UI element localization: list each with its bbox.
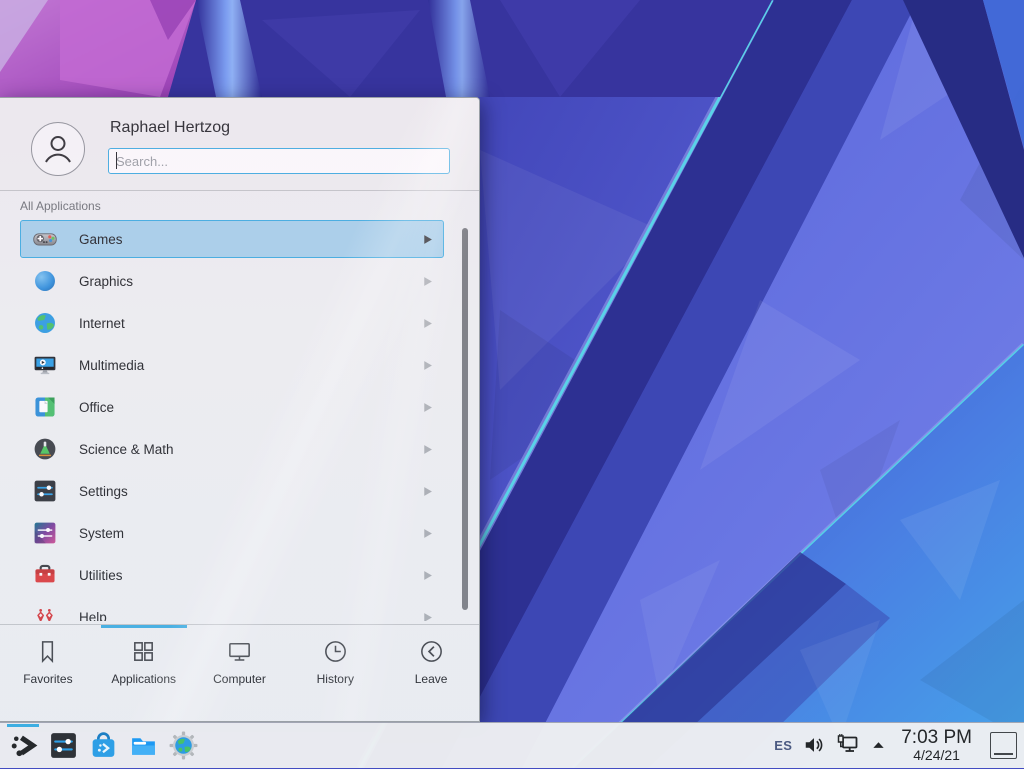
scrollbar-thumb[interactable]: [462, 228, 468, 610]
app-category-utilities[interactable]: Utilities▶: [20, 556, 444, 594]
tab-leave[interactable]: Leave: [383, 625, 479, 721]
app-category-science-math[interactable]: Science & Math▶: [20, 430, 444, 468]
settings-icon: [32, 478, 58, 504]
games-icon: [32, 226, 58, 252]
taskbar-app-system-settings[interactable]: [43, 723, 83, 769]
app-category-label: Graphics: [79, 274, 424, 289]
app-category-label: Science & Math: [79, 442, 424, 457]
app-category-internet[interactable]: Internet▶: [20, 304, 444, 342]
system-icon: [32, 520, 58, 546]
submenu-arrow-icon: ▶: [424, 317, 432, 330]
internet-icon: [32, 310, 58, 336]
tab-label: Favorites: [23, 672, 72, 686]
submenu-arrow-icon: ▶: [424, 275, 432, 288]
tab-history[interactable]: History: [287, 625, 383, 721]
application-launcher-menu: Raphael Hertzog All Applications Games▶G…: [0, 97, 480, 722]
taskbar-pinned-apps: [0, 723, 203, 768]
taskbar-app-application-launcher[interactable]: [3, 723, 43, 769]
app-category-settings[interactable]: Settings▶: [20, 472, 444, 510]
app-category-games[interactable]: Games▶: [20, 220, 444, 258]
submenu-arrow-icon: ▶: [424, 401, 432, 414]
section-label: All Applications: [20, 199, 101, 213]
app-category-multimedia[interactable]: Multimedia▶: [20, 346, 444, 384]
discover-icon: [88, 730, 119, 761]
tab-label: Applications: [111, 672, 176, 686]
app-category-label: Internet: [79, 316, 424, 331]
computer-icon: [226, 638, 253, 665]
multimedia-icon: [32, 352, 58, 378]
tab-label: Leave: [415, 672, 448, 686]
tab-applications[interactable]: Applications: [96, 625, 192, 721]
keyboard-layout-indicator[interactable]: ES: [774, 738, 792, 753]
digital-clock[interactable]: 7:03 PM 4/24/21: [901, 728, 972, 762]
submenu-arrow-icon: ▶: [424, 569, 432, 582]
help-icon: [32, 604, 58, 621]
favorites-icon: [34, 638, 61, 665]
system-tray: ES 7:03 PM 4: [774, 728, 1024, 762]
user-name: Raphael Hertzog: [110, 119, 230, 137]
app-category-label: System: [79, 526, 424, 541]
clock-time: 7:03 PM: [901, 728, 972, 748]
submenu-arrow-icon: ▶: [424, 359, 432, 372]
user-avatar[interactable]: [31, 122, 85, 176]
systemsettings-icon: [48, 730, 79, 761]
user-icon: [38, 129, 78, 169]
taskbar-app-web-browser[interactable]: [163, 723, 203, 769]
leave-icon: [418, 638, 445, 665]
applications-icon: [130, 638, 157, 665]
submenu-arrow-icon: ▶: [424, 527, 432, 540]
search-input[interactable]: [108, 148, 450, 174]
tab-favorites[interactable]: Favorites: [0, 625, 96, 721]
submenu-arrow-icon: ▶: [424, 611, 432, 621]
app-category-system[interactable]: System▶: [20, 514, 444, 552]
tab-label: History: [317, 672, 354, 686]
graphics-icon: [32, 268, 58, 294]
app-category-help[interactable]: Help▶: [20, 598, 444, 621]
submenu-arrow-icon: ▶: [424, 443, 432, 456]
taskbar: ES 7:03 PM 4: [0, 722, 1024, 768]
app-category-label: Help: [79, 610, 424, 622]
show-desktop-button[interactable]: [990, 732, 1017, 759]
app-category-label: Utilities: [79, 568, 424, 583]
text-cursor: [116, 152, 117, 169]
dolphin-icon: [128, 730, 159, 761]
tab-computer[interactable]: Computer: [192, 625, 288, 721]
app-category-office[interactable]: Office▶: [20, 388, 444, 426]
clock-date: 4/24/21: [901, 748, 972, 763]
submenu-arrow-icon: ▶: [424, 485, 432, 498]
kicker-icon: [8, 730, 39, 761]
launcher-header: Raphael Hertzog: [0, 98, 479, 191]
app-category-graphics[interactable]: Graphics▶: [20, 262, 444, 300]
app-category-label: Games: [79, 232, 424, 247]
app-category-list: Games▶Graphics▶Internet▶Multimedia▶Offic…: [20, 220, 464, 621]
expand-tray-icon[interactable]: [871, 738, 886, 753]
volume-icon[interactable]: [803, 734, 825, 756]
taskbar-app-file-manager[interactable]: [123, 723, 163, 769]
office-icon: [32, 394, 58, 420]
utilities-icon: [32, 562, 58, 588]
konqueror-icon: [168, 730, 199, 761]
app-category-label: Settings: [79, 484, 424, 499]
app-category-label: Office: [79, 400, 424, 415]
history-icon: [322, 638, 349, 665]
submenu-arrow-icon: ▶: [424, 233, 432, 246]
app-category-label: Multimedia: [79, 358, 424, 373]
taskbar-app-discover[interactable]: [83, 723, 123, 769]
tab-label: Computer: [213, 672, 266, 686]
scrollbar-track[interactable]: [462, 224, 468, 618]
launcher-tab-bar: Favorites Applications Computer History Leav…: [0, 624, 479, 721]
science-icon: [32, 436, 58, 462]
network-icon[interactable]: [836, 733, 860, 757]
